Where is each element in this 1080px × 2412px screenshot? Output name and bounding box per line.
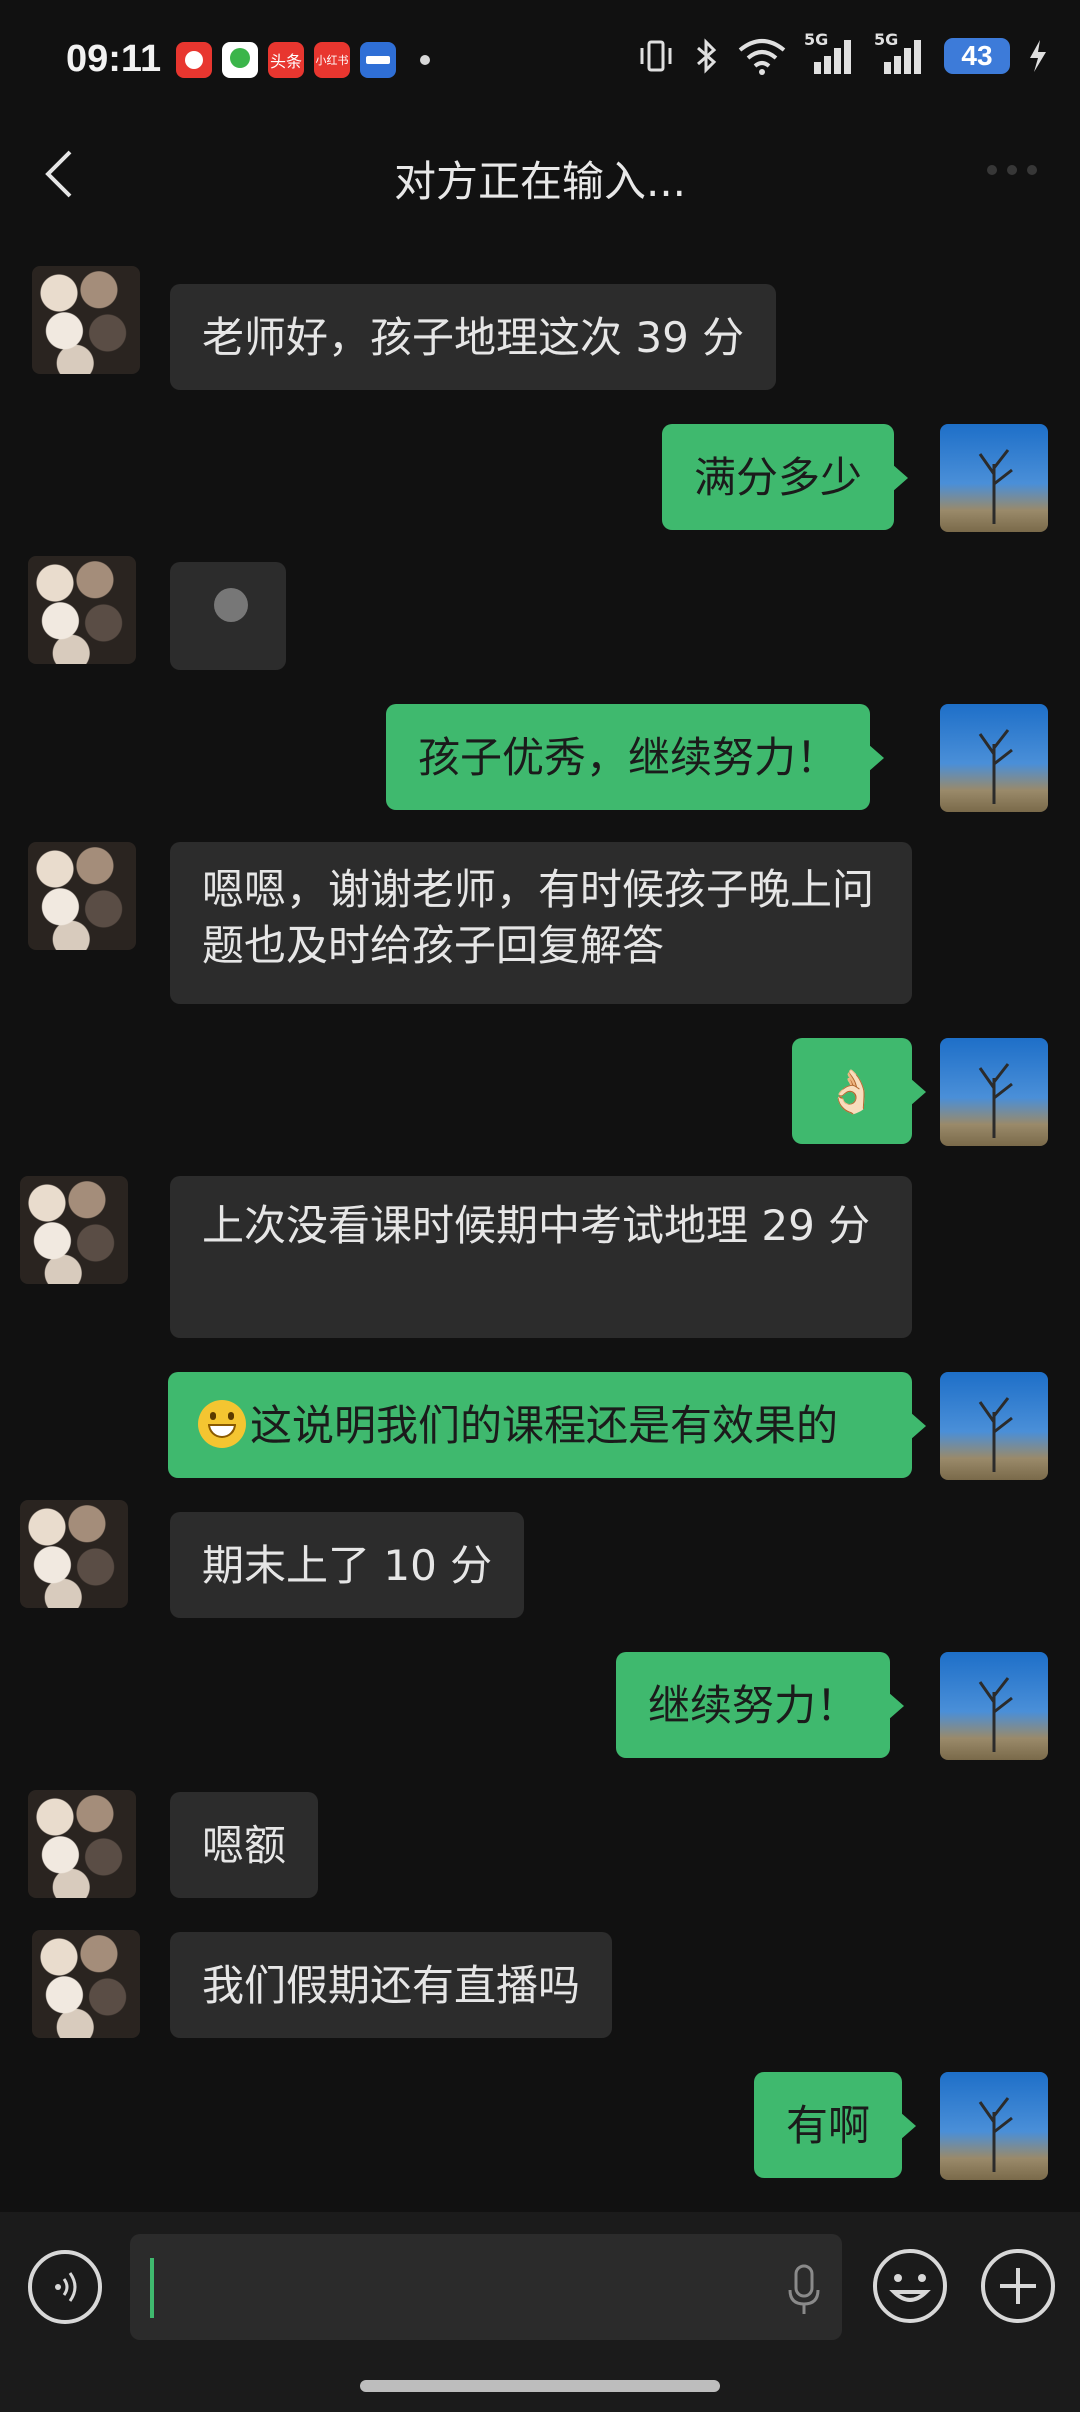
my-message[interactable]: 👌🏻: [792, 1038, 926, 1144]
more-options-icon[interactable]: [984, 160, 1040, 180]
plus-button-icon[interactable]: [978, 2246, 1058, 2326]
my-avatar[interactable]: [940, 2072, 1048, 2180]
home-indicator[interactable]: [360, 2380, 720, 2392]
status-time: 09:11: [66, 38, 162, 80]
bluetooth-icon: [697, 38, 717, 74]
chat-header: 对方正在输入...: [0, 124, 1080, 224]
peer-avatar[interactable]: [28, 556, 136, 664]
peer-message[interactable]: 期末上了 10 分: [170, 1512, 525, 1618]
battery-level: 43: [944, 38, 1010, 74]
toutiao-app-icon: 头条: [268, 42, 304, 78]
system-icons: 5G 5G 43: [636, 30, 1050, 76]
signal-group-1: 5G: [804, 30, 858, 76]
emoji-button-icon[interactable]: [870, 2246, 950, 2326]
text-cursor: [150, 2258, 154, 2318]
signal-1-icon: [814, 40, 851, 74]
grin-emoji-icon: [198, 1400, 246, 1448]
my-message[interactable]: 这说明我们的课程还是有效果的: [168, 1372, 926, 1478]
tree-photo-icon: [978, 449, 1013, 524]
red-video-app-icon: [176, 42, 212, 78]
peer-avatar[interactable]: [20, 1176, 128, 1284]
more-notifications-dot: [420, 55, 430, 65]
status-bar: 09:11 头条 小红书 5G 5G 43: [0, 0, 1080, 124]
tree-photo-icon: [978, 1397, 1013, 1472]
blue-app-icon: [360, 42, 396, 78]
peer-avatar[interactable]: [28, 842, 136, 950]
peer-message[interactable]: 上次没看课时候期中考试地理 29 分: [170, 1176, 912, 1338]
my-message[interactable]: 孩子优秀，继续努力！: [386, 704, 885, 810]
my-avatar[interactable]: [940, 1652, 1048, 1760]
my-message[interactable]: 有啊: [754, 2072, 917, 2178]
vibrate-icon: [640, 40, 672, 72]
green-video-app-icon: [222, 42, 258, 78]
peer-avatar[interactable]: [32, 266, 140, 374]
my-message[interactable]: 满分多少: [662, 424, 909, 530]
peer-message[interactable]: 嗯嗯，谢谢老师，有时候孩子晚上问题也及时给孩子回复解答: [170, 842, 912, 1004]
voice-wave-icon: [55, 2272, 77, 2302]
my-avatar[interactable]: [940, 424, 1048, 532]
wifi-icon: [738, 39, 786, 75]
sticker-icon: [214, 588, 248, 622]
peer-message[interactable]: 老师好，孩子地理这次 39 分: [170, 284, 777, 390]
tree-photo-icon: [978, 2097, 1013, 2172]
voice-input-button[interactable]: [28, 2250, 102, 2324]
signal-group-2: 5G: [874, 30, 928, 76]
tree-photo-icon: [978, 729, 1013, 804]
tree-photo-icon: [978, 1677, 1013, 1752]
xiaohongshu-app-label: 小红书: [315, 54, 349, 67]
toutiao-app-label: 头条: [269, 52, 302, 71]
peer-message[interactable]: 我们假期还有直播吗: [170, 1932, 613, 2038]
peer-sticker-message[interactable]: [170, 562, 286, 670]
input-bar: [0, 2212, 1080, 2412]
signal-2-icon: [884, 40, 921, 74]
my-avatar[interactable]: [940, 704, 1048, 812]
my-message[interactable]: 继续努力！: [616, 1652, 905, 1758]
my-avatar[interactable]: [940, 1372, 1048, 1480]
message-input[interactable]: [130, 2234, 842, 2340]
microphone-icon[interactable]: [784, 2262, 824, 2318]
peer-avatar[interactable]: [28, 1790, 136, 1898]
my-message-text: 这说明我们的课程还是有效果的: [250, 1401, 839, 1450]
peer-message[interactable]: 嗯额: [170, 1792, 319, 1898]
chat-title: 对方正在输入...: [393, 157, 687, 206]
charging-icon: [1030, 40, 1046, 72]
notification-icons: 头条 小红书: [176, 42, 430, 78]
peer-avatar[interactable]: [32, 1930, 140, 2038]
my-avatar[interactable]: [940, 1038, 1048, 1146]
peer-avatar[interactable]: [20, 1500, 128, 1608]
tree-photo-icon: [978, 1063, 1013, 1138]
xiaohongshu-app-icon: 小红书: [314, 42, 350, 78]
